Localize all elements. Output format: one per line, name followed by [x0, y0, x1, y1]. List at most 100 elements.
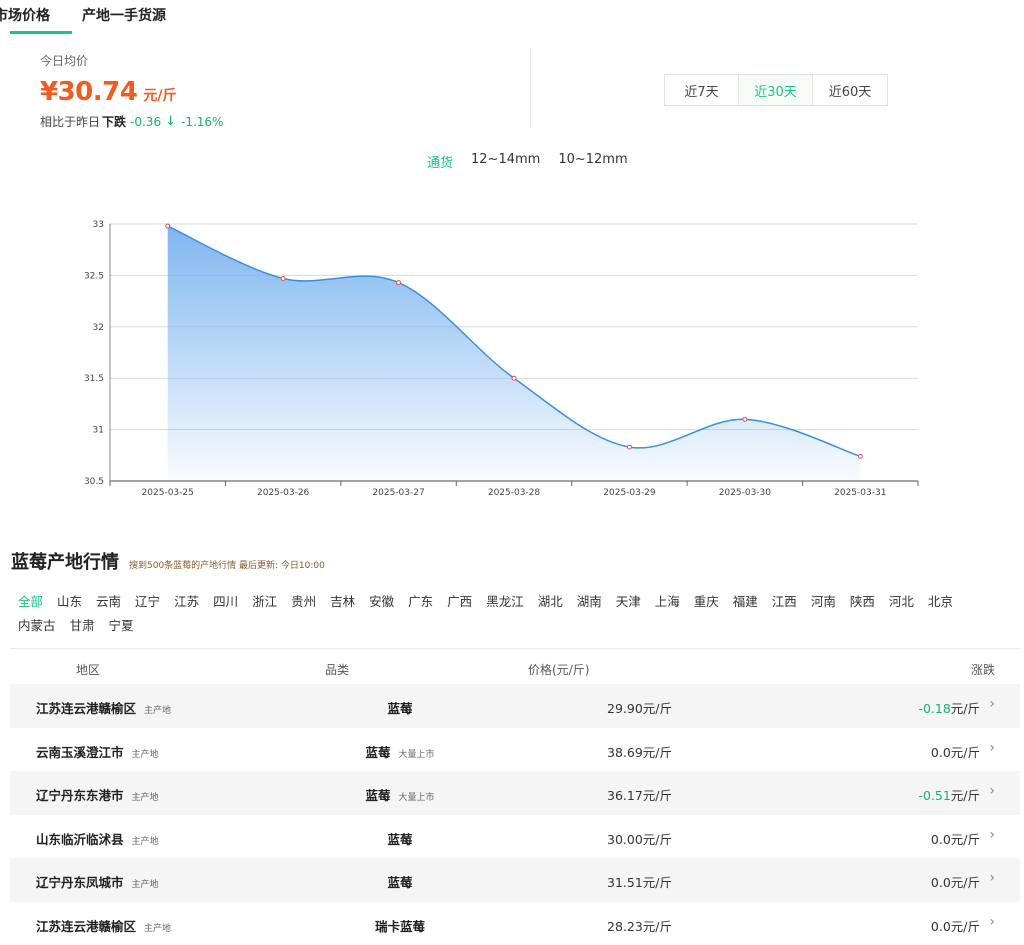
price-trend-chart: 30.53131.53232.5332025-03-252025-03-2620… — [60, 200, 940, 510]
row-place: 辽宁丹东凤城市主产地 — [36, 872, 159, 891]
chevron-right-icon: › — [989, 783, 995, 799]
header-variety: 品类 — [325, 661, 349, 678]
province-option[interactable]: 云南 — [96, 591, 121, 610]
table-row[interactable]: 辽宁丹东东港市主产地蓝莓大量上市36.17元/斤-0.51元/斤› — [10, 771, 1020, 815]
data-point — [858, 454, 862, 458]
data-point — [281, 276, 285, 280]
row-price: 36.17元/斤 — [570, 785, 672, 804]
row-variety-tag: 大量上市 — [399, 750, 435, 760]
province-option[interactable]: 内蒙古 — [18, 615, 56, 634]
y-tick-label: 32.5 — [84, 271, 104, 281]
spec-option[interactable]: 通货 — [427, 152, 453, 171]
row-place: 江苏连云港赣榆区主产地 — [36, 698, 171, 717]
market-tabs: 市场价格 产地一手货源 — [0, 0, 166, 34]
divider — [530, 48, 531, 128]
province-option[interactable]: 广西 — [447, 591, 472, 610]
tab-market-price[interactable]: 市场价格 — [0, 0, 70, 34]
y-tick-label: 33 — [93, 220, 104, 230]
table-header: 地区 品类 价格(元/斤) 涨跌 — [10, 650, 1020, 684]
province-option[interactable]: 广东 — [408, 591, 433, 610]
row-price: 31.51元/斤 — [570, 872, 672, 891]
province-option[interactable]: 四川 — [213, 591, 238, 610]
province-option[interactable]: 甘肃 — [70, 615, 95, 634]
row-price: 38.69元/斤 — [570, 742, 672, 761]
x-tick-label: 2025-03-31 — [834, 488, 886, 498]
province-option[interactable]: 全部 — [18, 591, 43, 610]
province-option[interactable]: 北京 — [928, 591, 953, 610]
y-tick-label: 32 — [93, 323, 104, 333]
tab-origin-supply[interactable]: 产地一手货源 — [82, 0, 166, 34]
province-option[interactable]: 天津 — [616, 591, 641, 610]
province-option[interactable]: 山东 — [57, 591, 82, 610]
province-option[interactable]: 江苏 — [174, 591, 199, 610]
province-option[interactable]: 安徽 — [369, 591, 394, 610]
compare-delta: -0.36 — [130, 115, 161, 129]
province-option[interactable]: 陕西 — [850, 591, 875, 610]
price-summary: 今日均价 ¥30.74 元/斤 相比于昨日 下跌 -0.36 ↓ -1.16% — [40, 52, 223, 130]
row-place: 江苏连云港赣榆区主产地 — [36, 916, 171, 935]
row-variety: 蓝莓 — [340, 872, 460, 891]
chevron-right-icon: › — [989, 740, 995, 756]
province-option[interactable]: 河北 — [889, 591, 914, 610]
header-region: 地区 — [76, 661, 100, 678]
row-variety: 蓝莓大量上市 — [340, 742, 460, 761]
province-option[interactable]: 辽宁 — [135, 591, 160, 610]
price-unit: 元/斤 — [143, 85, 176, 105]
table-row[interactable]: 辽宁丹东凤城市主产地蓝莓31.51元/斤0.0元/斤› — [10, 858, 1020, 902]
province-option[interactable]: 吉林 — [330, 591, 355, 610]
price-area-fill — [168, 226, 861, 481]
province-row: 内蒙古甘肃宁夏 — [18, 612, 1008, 636]
province-option[interactable]: 浙江 — [252, 591, 277, 610]
row-place: 山东临沂临沭县主产地 — [36, 829, 159, 848]
x-tick-label: 2025-03-26 — [257, 488, 310, 498]
row-place-tag: 主产地 — [132, 793, 159, 803]
price-compare: 相比于昨日 下跌 -0.36 ↓ -1.16% — [40, 113, 223, 130]
divider — [10, 648, 1020, 649]
chevron-right-icon: › — [989, 914, 995, 930]
range-60-days-button[interactable]: 近60天 — [813, 75, 887, 105]
row-place-tag: 主产地 — [144, 706, 171, 716]
spec-option[interactable]: 10~12mm — [558, 152, 627, 171]
range-7-days-button[interactable]: 近7天 — [665, 75, 739, 105]
chevron-right-icon: › — [989, 696, 995, 712]
today-avg-price: ¥30.74 — [40, 77, 137, 107]
row-variety: 瑞卡蓝莓 — [340, 916, 460, 935]
table-row[interactable]: 山东临沂临沭县主产地蓝莓30.00元/斤0.0元/斤› — [10, 815, 1020, 859]
row-price: 30.00元/斤 — [570, 829, 672, 848]
province-option[interactable]: 河南 — [811, 591, 836, 610]
province-option[interactable]: 黑龙江 — [486, 591, 524, 610]
province-option[interactable]: 湖南 — [577, 591, 602, 610]
row-change: 0.0元/斤 — [931, 742, 980, 761]
region-title: 蓝莓产地行情 — [11, 548, 119, 574]
compare-percent: -1.16% — [181, 115, 223, 129]
row-change: 0.0元/斤 — [931, 829, 980, 848]
y-tick-label: 31 — [93, 426, 104, 436]
table-row[interactable]: 江苏连云港赣榆区主产地 瑞卡蓝莓 28.23元/斤 0.0元/斤 › — [10, 902, 1020, 945]
province-option[interactable]: 江西 — [772, 591, 797, 610]
province-option[interactable]: 上海 — [655, 591, 680, 610]
row-price: 29.90元/斤 — [570, 698, 672, 717]
arrow-down-icon: ↓ — [165, 114, 176, 129]
spec-option[interactable]: 12~14mm — [471, 152, 540, 171]
row-price: 28.23元/斤 — [570, 916, 672, 935]
x-tick-label: 2025-03-27 — [372, 488, 424, 498]
table-row[interactable]: 云南玉溪澄江市主产地蓝莓大量上市38.69元/斤0.0元/斤› — [10, 728, 1020, 772]
province-option[interactable]: 贵州 — [291, 591, 316, 610]
province-option[interactable]: 宁夏 — [109, 615, 134, 634]
row-variety: 蓝莓大量上市 — [340, 785, 460, 804]
data-point — [743, 417, 747, 421]
row-place: 辽宁丹东东港市主产地 — [36, 785, 159, 804]
row-change: 0.0元/斤 — [931, 916, 980, 935]
y-tick-label: 31.5 — [84, 374, 104, 384]
row-variety-tag: 大量上市 — [399, 793, 435, 803]
province-option[interactable]: 重庆 — [694, 591, 719, 610]
x-tick-label: 2025-03-25 — [142, 488, 194, 498]
today-avg-label: 今日均价 — [40, 52, 223, 69]
row-place-tag: 主产地 — [132, 837, 159, 847]
row-place-tag: 主产地 — [132, 880, 159, 890]
range-30-days-button[interactable]: 近30天 — [739, 75, 813, 105]
province-option[interactable]: 湖北 — [538, 591, 563, 610]
province-option[interactable]: 福建 — [733, 591, 758, 610]
spec-filters: 通货 12~14mm 10~12mm — [427, 152, 628, 171]
table-row[interactable]: 江苏连云港赣榆区主产地蓝莓29.90元/斤-0.18元/斤› — [10, 684, 1020, 728]
